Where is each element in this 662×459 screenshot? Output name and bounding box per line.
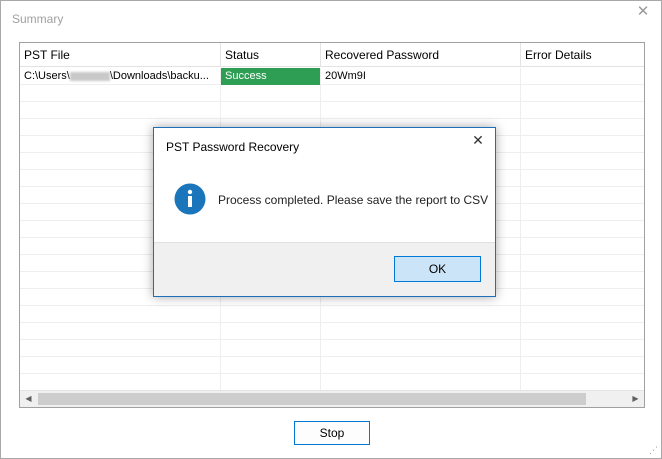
grid-header: PST File Status Recovered Password Error… [20, 43, 644, 67]
window-title: Summary [12, 12, 64, 26]
table-row[interactable]: C:\Users\ \Downloads\backu... Success 20W… [20, 68, 644, 85]
empty-row [20, 102, 644, 119]
empty-row [20, 323, 644, 340]
empty-row [20, 374, 644, 391]
empty-cell [221, 357, 321, 374]
empty-cell [321, 306, 521, 323]
dialog-message: Process completed. Please save the repor… [218, 193, 489, 207]
info-icon [174, 183, 206, 215]
empty-cell [221, 340, 321, 357]
empty-cell [321, 340, 521, 357]
scroll-right-icon[interactable]: ▶ [627, 391, 644, 407]
empty-cell [521, 306, 644, 323]
empty-row [20, 306, 644, 323]
empty-cell [521, 153, 644, 170]
empty-cell [521, 170, 644, 187]
empty-cell [321, 357, 521, 374]
empty-cell [521, 374, 644, 391]
window-close-icon[interactable]: ✕ [635, 4, 651, 20]
empty-cell [20, 357, 221, 374]
empty-cell [20, 323, 221, 340]
resize-grip-icon[interactable]: ⋰ [648, 445, 658, 455]
empty-cell [221, 85, 321, 102]
stop-button[interactable]: Stop [294, 421, 370, 445]
empty-cell [521, 85, 644, 102]
empty-cell [20, 374, 221, 391]
empty-cell [221, 323, 321, 340]
empty-row [20, 357, 644, 374]
empty-cell [521, 204, 644, 221]
empty-cell [321, 85, 521, 102]
dialog-close-icon[interactable]: ✕ [470, 132, 486, 148]
password-cell: 20Wm9I [321, 68, 521, 85]
empty-row [20, 340, 644, 357]
empty-cell [521, 272, 644, 289]
column-header-recovered-password[interactable]: Recovered Password [321, 43, 521, 67]
ok-button[interactable]: OK [394, 256, 481, 282]
dialog-body: Process completed. Please save the repor… [154, 162, 495, 242]
empty-cell [521, 255, 644, 272]
empty-cell [20, 306, 221, 323]
empty-cell [521, 221, 644, 238]
scroll-left-icon[interactable]: ◀ [20, 391, 37, 407]
message-dialog: PST Password Recovery ✕ Process complete… [153, 127, 496, 297]
file-path-prefix: C:\Users\ [24, 70, 70, 82]
empty-cell [221, 374, 321, 391]
dialog-title: PST Password Recovery [166, 140, 300, 154]
empty-cell [521, 187, 644, 204]
dialog-footer: OK [154, 242, 495, 296]
empty-cell [521, 119, 644, 136]
empty-cell [521, 357, 644, 374]
status-cell: Success [221, 68, 321, 85]
empty-cell [521, 136, 644, 153]
horizontal-scrollbar[interactable]: ◀ ▶ [20, 390, 644, 407]
redacted-username [69, 71, 110, 81]
empty-cell [221, 102, 321, 119]
pst-file-cell[interactable]: C:\Users\ \Downloads\backu... [20, 68, 221, 85]
error-cell [521, 68, 644, 85]
empty-cell [20, 340, 221, 357]
file-path-suffix: \Downloads\backu... [109, 70, 209, 82]
empty-cell [20, 102, 221, 119]
empty-cell [321, 374, 521, 391]
empty-cell [321, 323, 521, 340]
summary-window: Summary ✕ PST File Status Recovered Pass… [0, 0, 662, 459]
empty-row [20, 85, 644, 102]
empty-cell [521, 102, 644, 119]
empty-cell [221, 306, 321, 323]
column-header-error-details[interactable]: Error Details [521, 43, 644, 67]
empty-cell [20, 85, 221, 102]
empty-cell [521, 323, 644, 340]
column-header-pst-file[interactable]: PST File [20, 43, 221, 67]
scrollbar-thumb[interactable] [38, 393, 586, 405]
empty-cell [321, 102, 521, 119]
empty-cell [521, 289, 644, 306]
empty-cell [521, 340, 644, 357]
empty-cell [521, 238, 644, 255]
column-header-status[interactable]: Status [221, 43, 321, 67]
